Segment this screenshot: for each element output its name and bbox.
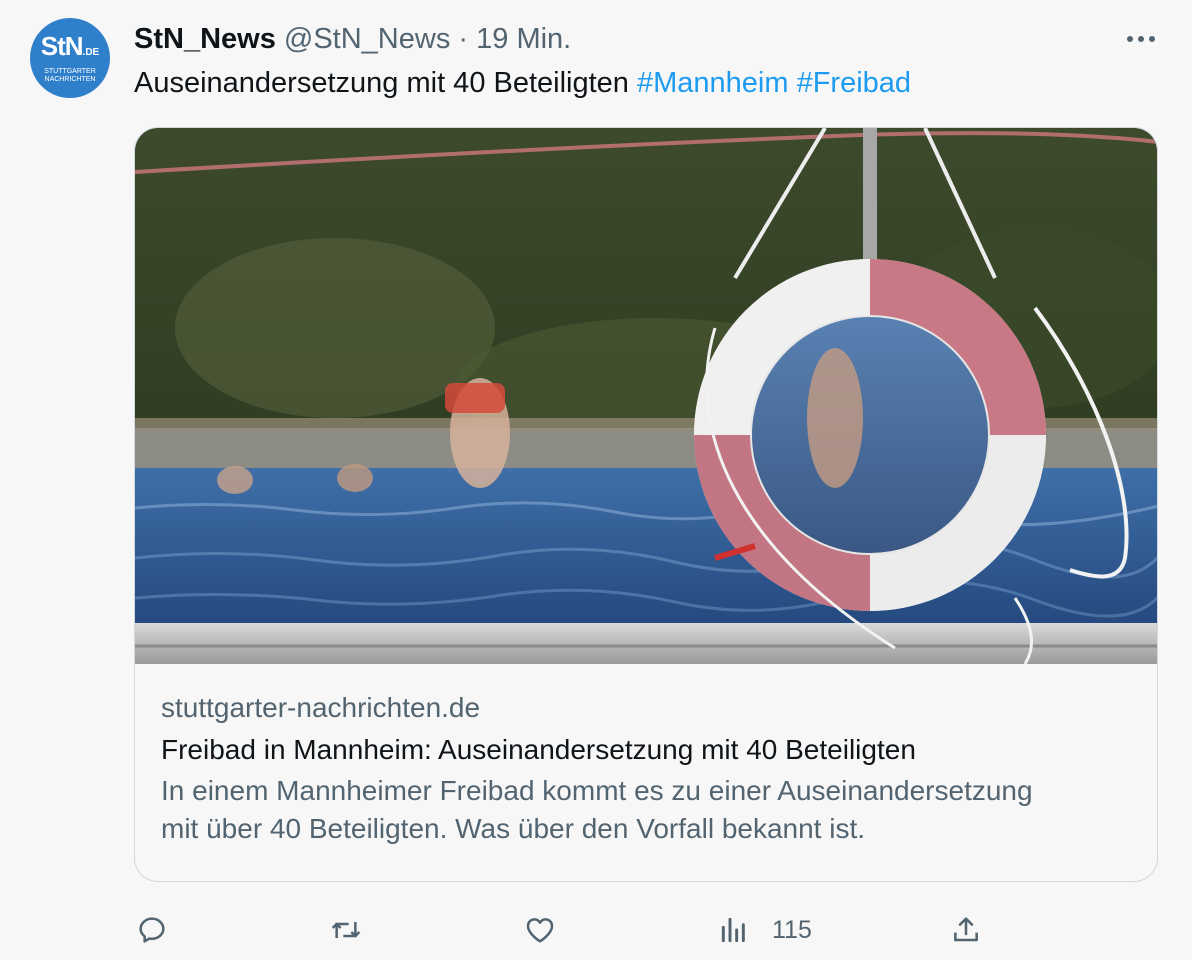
card-image[interactable]: [135, 128, 1158, 664]
avatar-logo: StN.DE: [40, 30, 100, 61]
link-card[interactable]: stuttgarter-nachrichten.de Freibad in Ma…: [134, 127, 1158, 882]
card-description-line1: In einem Mannheimer Freibad kommt es zu …: [161, 775, 1033, 806]
avatar[interactable]: StN.DE STUTTGARTER NACHRICHTEN: [30, 18, 110, 98]
card-meta: stuttgarter-nachrichten.de Freibad in Ma…: [161, 688, 1131, 848]
share-button[interactable]: [950, 910, 982, 950]
timestamp[interactable]: 19 Min.: [476, 23, 571, 55]
like-button[interactable]: [524, 910, 556, 950]
views-icon: [721, 917, 745, 943]
tweet-text: Auseinandersetzung mit 40 Beteiligten #M…: [134, 64, 911, 102]
avatar-sub: STUTTGARTER NACHRICHTEN: [44, 67, 96, 83]
card-description: In einem Mannheimer Freibad kommt es zu …: [161, 772, 1131, 848]
share-icon: [954, 917, 978, 942]
heart-icon: [526, 918, 554, 943]
reply-button[interactable]: [136, 910, 168, 950]
separator-dot: ·: [458, 23, 469, 55]
display-name[interactable]: StN_News: [134, 23, 276, 55]
hashtag-mannheim[interactable]: #Mannheim: [637, 67, 789, 99]
card-description-line2: mit über 40 Beteiligten. Was über den Vo…: [161, 813, 866, 844]
views-count: 115: [772, 915, 812, 944]
more-options-button[interactable]: [1124, 22, 1158, 56]
card-title[interactable]: Freibad in Mannheim: Auseinandersetzung …: [161, 730, 1131, 770]
retweet-icon: [331, 922, 361, 938]
reply-icon: [139, 917, 165, 943]
card-domain: stuttgarter-nachrichten.de: [161, 692, 481, 723]
more-icon: [1127, 36, 1155, 42]
tweet-actions: 115: [0, 910, 1192, 950]
retweet-button[interactable]: [330, 910, 362, 950]
handle[interactable]: @StN_News: [284, 23, 450, 55]
hashtag-freibad[interactable]: #Freibad: [797, 67, 911, 99]
views-button[interactable]: 115: [718, 910, 812, 950]
tweet-body: Auseinandersetzung mit 40 Beteiligten: [134, 67, 637, 99]
tweet-header: StN_News @StN_News · 19 Min.: [134, 22, 571, 56]
